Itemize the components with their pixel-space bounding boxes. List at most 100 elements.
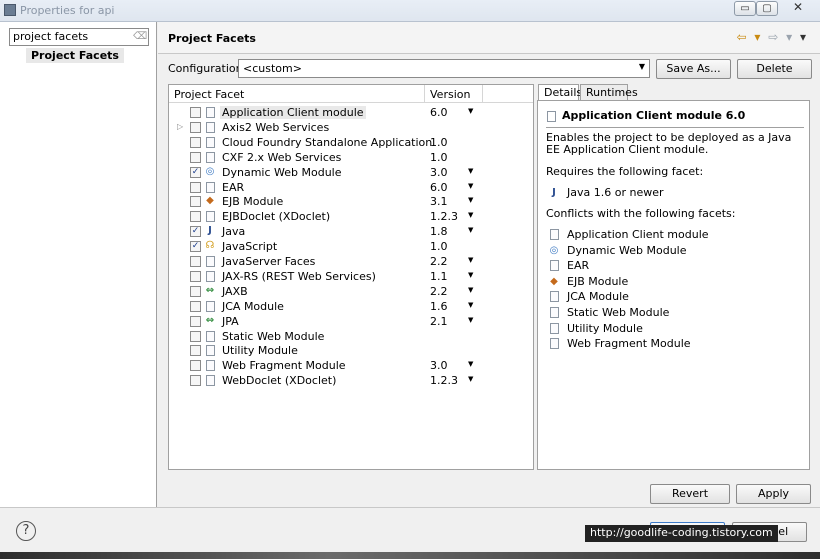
close-button[interactable]: ✕ [784, 1, 812, 16]
facet-version[interactable]: 1.0 [430, 136, 448, 149]
version-dropdown-icon[interactable]: ▼ [468, 182, 473, 190]
facet-checkbox[interactable] [190, 375, 201, 387]
facet-row[interactable]: JAX-RS (REST Web Services) 1.1 ▼ [169, 269, 533, 284]
version-dropdown-icon[interactable]: ▼ [468, 226, 473, 234]
facet-row[interactable]: ✓ J Java 1.8 ▼ [169, 224, 533, 239]
facet-version[interactable]: 2.1 [430, 315, 448, 328]
facet-row[interactable]: EJBDoclet (XDoclet) 1.2.3 ▼ [169, 209, 533, 224]
version-dropdown-icon[interactable]: ▼ [468, 167, 473, 175]
facet-version[interactable]: 1.6 [430, 300, 448, 313]
filter-input[interactable]: project facets ⌫ [9, 28, 149, 46]
facet-checkbox[interactable]: ✓ [190, 226, 201, 238]
version-dropdown-icon[interactable]: ▼ [468, 196, 473, 204]
facet-row[interactable]: JCA Module 1.6 ▼ [169, 299, 533, 314]
facet-checkbox[interactable] [190, 211, 201, 223]
expand-icon[interactable]: ▷ [177, 122, 183, 131]
facet-checkbox[interactable] [190, 360, 201, 372]
version-dropdown-icon[interactable]: ▼ [468, 375, 473, 383]
facet-row[interactable]: ✓ ☊ JavaScript 1.0 [169, 239, 533, 254]
facet-row[interactable]: EAR 6.0 ▼ [169, 180, 533, 195]
delete-button[interactable]: Delete [737, 59, 812, 79]
version-dropdown-icon[interactable]: ▼ [468, 107, 473, 115]
facet-row[interactable]: WebDoclet (XDoclet) 1.2.3 ▼ [169, 373, 533, 388]
version-dropdown-icon[interactable]: ▼ [468, 286, 473, 294]
facet-checkbox[interactable] [190, 107, 201, 118]
facet-row[interactable]: ⇔ JAXB 2.2 ▼ [169, 284, 533, 299]
facet-checkbox[interactable] [190, 151, 201, 163]
facet-version[interactable]: 1.0 [430, 240, 448, 253]
facet-version[interactable]: 6.0 [430, 181, 448, 194]
facet-version[interactable]: 2.2 [430, 255, 448, 268]
facet-row[interactable]: ⇔ JPA 2.1 ▼ [169, 314, 533, 329]
facet-checkbox[interactable] [190, 330, 201, 342]
version-dropdown-icon[interactable]: ▼ [468, 360, 473, 368]
doc-icon [206, 121, 215, 133]
facet-version[interactable]: 1.2.3 [430, 210, 458, 223]
watermark: http://goodlife-coding.tistory.com [585, 525, 778, 542]
doc-icon [550, 307, 559, 318]
help-icon[interactable]: ? [16, 521, 36, 541]
tree-item-project-facets[interactable]: Project Facets [26, 48, 124, 63]
save-as-button[interactable]: Save As... [656, 59, 731, 79]
facet-checkbox[interactable]: ✓ [190, 241, 201, 253]
version-dropdown-icon[interactable]: ▼ [468, 316, 473, 324]
facet-row[interactable]: ✓ ◎ Dynamic Web Module 3.0 ▼ [169, 165, 533, 180]
clear-filter-icon[interactable]: ⌫ [133, 31, 147, 42]
doc-icon [547, 111, 556, 122]
facet-checkbox[interactable] [190, 300, 201, 312]
java-icon: J [552, 187, 556, 198]
facet-version[interactable]: 1.0 [430, 151, 448, 164]
facet-checkbox[interactable] [190, 121, 201, 133]
facet-checkbox[interactable] [190, 285, 201, 297]
configuration-select[interactable]: <custom> ▼ [238, 59, 650, 78]
facet-row[interactable]: Web Fragment Module 3.0 ▼ [169, 358, 533, 373]
revert-button[interactable]: Revert [650, 484, 730, 504]
facet-version[interactable]: 3.0 [430, 359, 448, 372]
version-dropdown-icon[interactable]: ▼ [468, 301, 473, 309]
view-menu-icon[interactable]: ▾ [800, 30, 808, 44]
title-bar[interactable]: Properties for api ▭ ▢ ✕ [0, 0, 820, 22]
facet-row[interactable]: ▷ Axis2 Web Services [169, 120, 533, 135]
forward-arrow-icon[interactable]: ⇨ ▾ [768, 30, 794, 44]
version-dropdown-icon[interactable]: ▼ [468, 211, 473, 219]
facet-checkbox[interactable] [190, 181, 201, 193]
facet-version[interactable]: 2.2 [430, 285, 448, 298]
facet-checkbox[interactable] [190, 270, 201, 282]
apply-button[interactable]: Apply [736, 484, 811, 504]
facet-row[interactable]: Application Client module 6.0 ▼ [169, 105, 533, 120]
facet-version[interactable]: 1.1 [430, 270, 448, 283]
facet-table: Project Facet Version Application Client… [168, 84, 534, 470]
tab-details[interactable]: Details [538, 84, 582, 101]
column-header-facet[interactable]: Project Facet [169, 85, 425, 103]
doc-icon [206, 330, 215, 342]
back-arrow-icon[interactable]: ⇦ ▾ [737, 30, 763, 44]
facet-checkbox[interactable] [190, 256, 201, 267]
doc-icon [206, 375, 215, 387]
requires-label: Requires the following facet: [546, 165, 704, 178]
facet-checkbox[interactable] [190, 136, 201, 148]
facet-name: Dynamic Web Module [222, 165, 342, 179]
facet-row[interactable]: Utility Module [169, 343, 533, 358]
column-header-version[interactable]: Version [425, 85, 483, 103]
facet-version[interactable]: 3.1 [430, 195, 448, 208]
version-dropdown-icon[interactable]: ▼ [468, 256, 473, 264]
facet-version[interactable]: 3.0 [430, 166, 448, 179]
version-dropdown-icon[interactable]: ▼ [468, 271, 473, 279]
facet-version[interactable]: 1.8 [430, 225, 448, 238]
facet-checkbox[interactable]: ✓ [190, 166, 201, 178]
doc-icon [206, 211, 215, 223]
facet-row[interactable]: ◆ EJB Module 3.1 ▼ [169, 194, 533, 209]
facet-row[interactable]: Static Web Module [169, 329, 533, 344]
facet-checkbox[interactable] [190, 345, 201, 357]
doc-icon [206, 256, 215, 267]
facet-checkbox[interactable] [190, 196, 201, 208]
minimize-button[interactable]: ▭ [734, 1, 756, 16]
facet-version[interactable]: 1.2.3 [430, 374, 458, 387]
facet-row[interactable]: Cloud Foundry Standalone Application 1.0 [169, 135, 533, 150]
facet-version[interactable]: 6.0 [430, 106, 448, 119]
facet-row[interactable]: CXF 2.x Web Services 1.0 [169, 150, 533, 165]
facet-checkbox[interactable] [190, 315, 201, 327]
maximize-button[interactable]: ▢ [756, 1, 778, 16]
tab-runtimes[interactable]: Runtimes [580, 84, 638, 101]
facet-row[interactable]: JavaServer Faces 2.2 ▼ [169, 254, 533, 269]
